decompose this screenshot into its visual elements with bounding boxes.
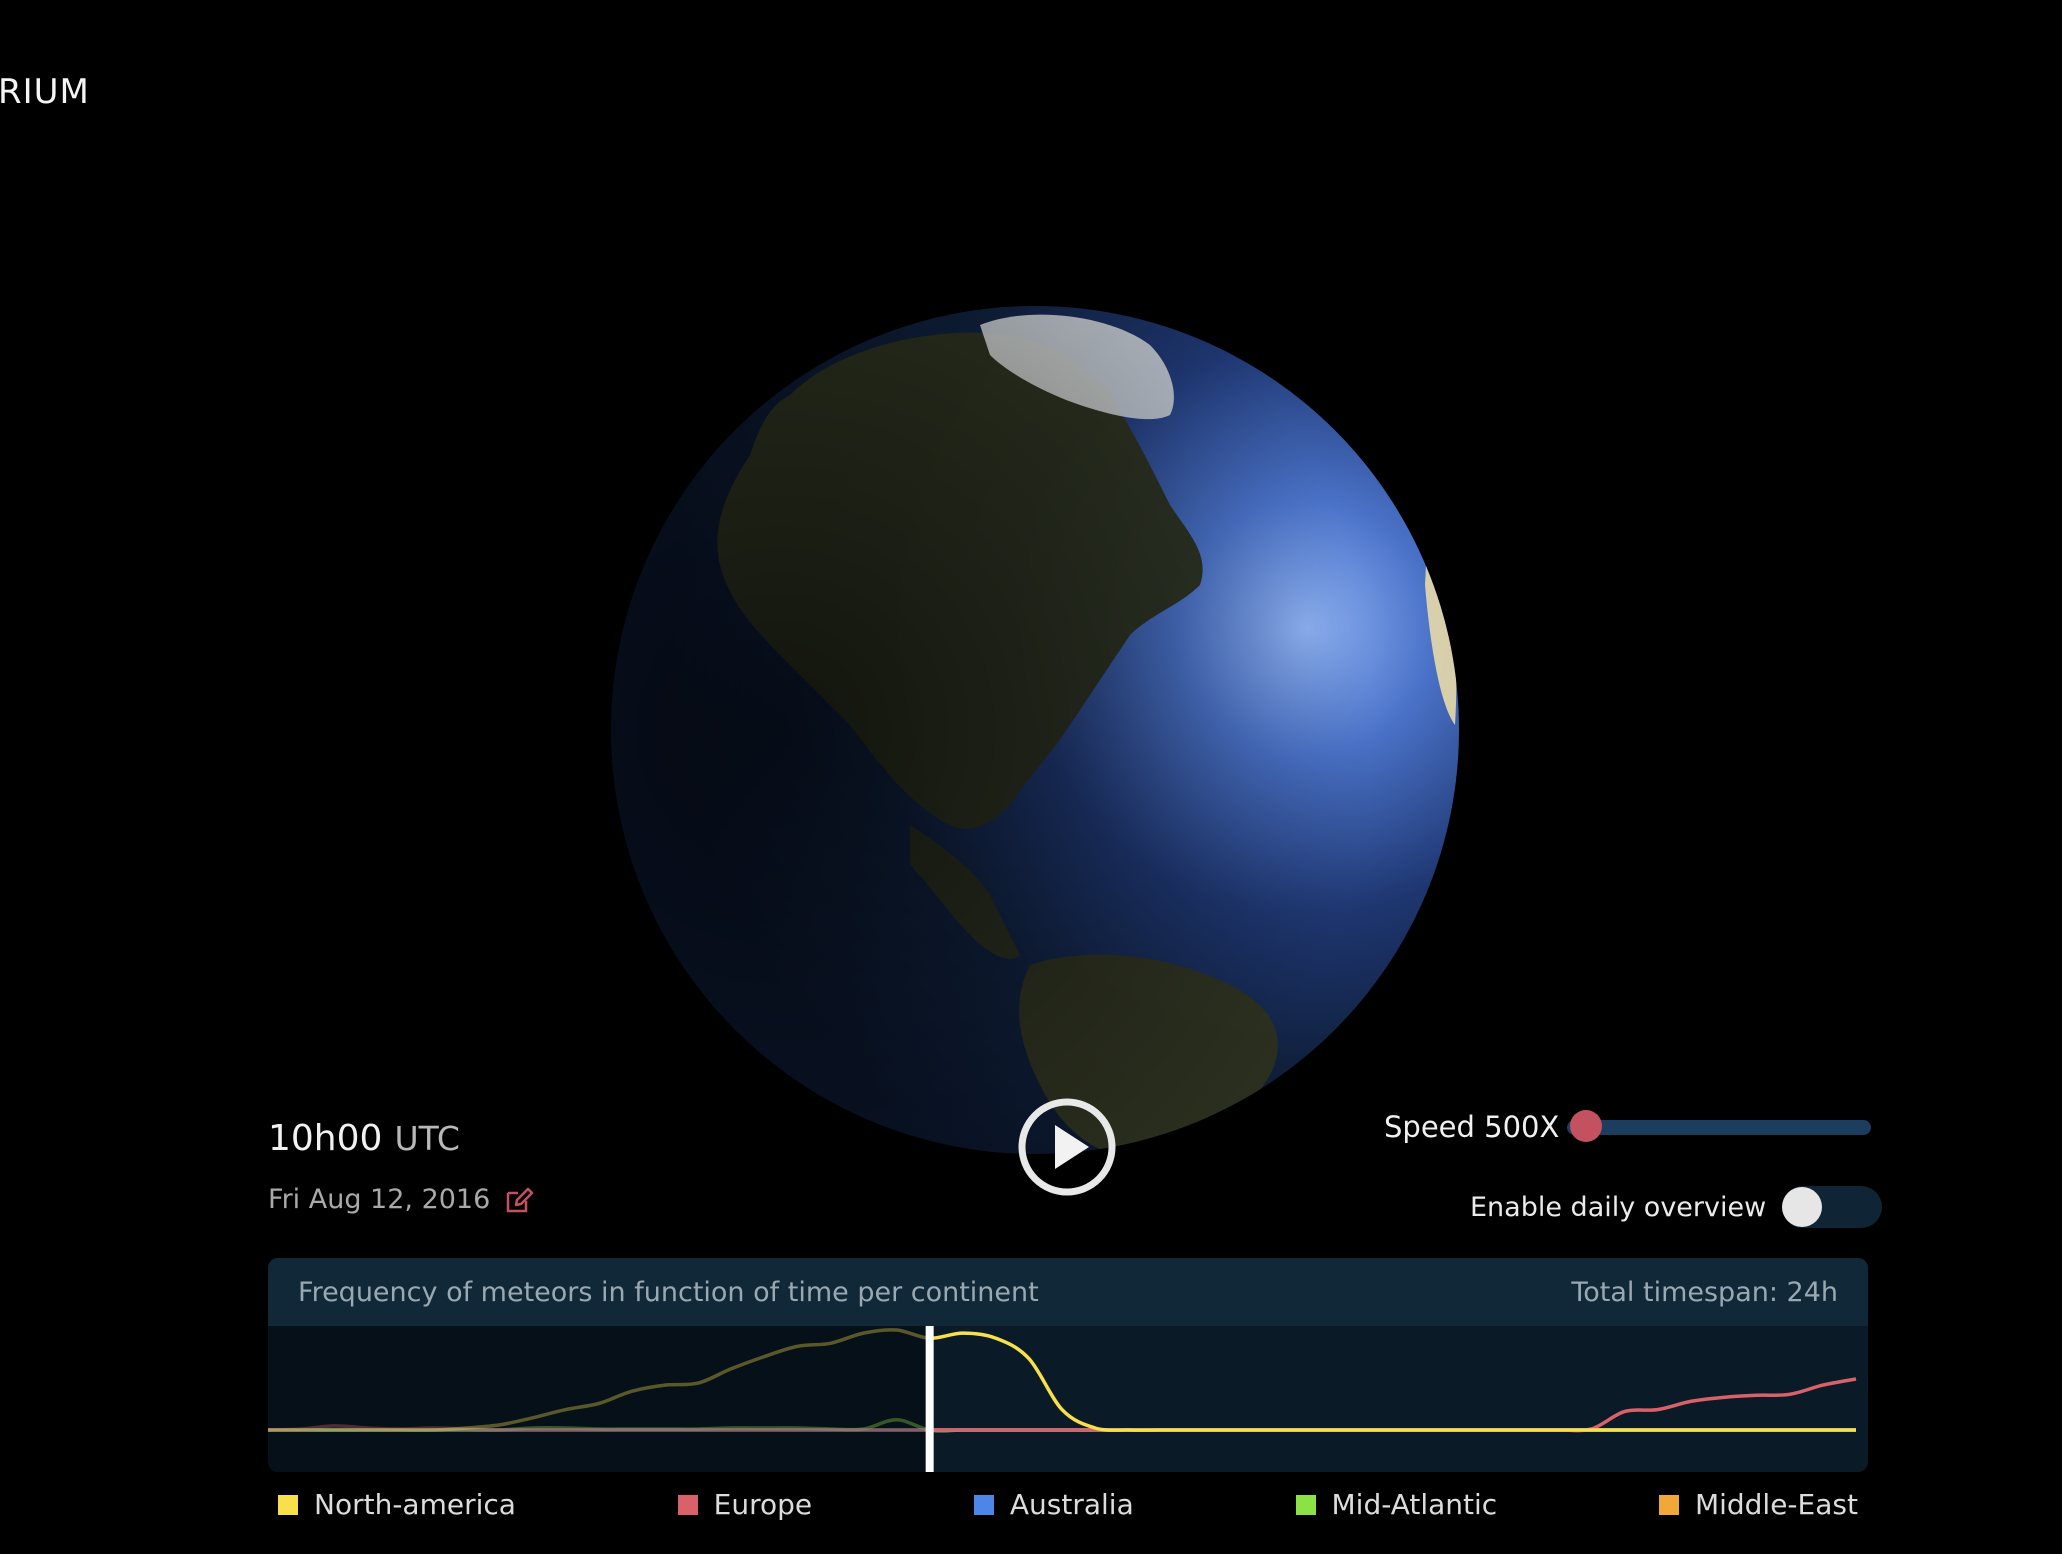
legend-swatch [677,1494,698,1515]
current-time-marker[interactable] [925,1326,934,1472]
chart-plot[interactable] [268,1326,1868,1472]
chart-legend: North-america Europe Australia Mid-Atlantic… [278,1488,1858,1521]
speed-slider-track[interactable] [1567,1120,1872,1135]
legend-swatch [1658,1494,1679,1515]
legend-label: North-america [314,1488,516,1521]
edit-icon[interactable] [504,1185,534,1215]
speed-label: Speed 500X [1384,1110,1560,1144]
play-button[interactable] [1017,1097,1117,1197]
legend-label: Europe [713,1488,813,1521]
daily-overview-label: Enable daily overview [1470,1191,1767,1223]
clock: 10h00 UTC [268,1118,460,1159]
legend-item-australia[interactable]: Australia [973,1488,1134,1521]
legend-item-middle-east[interactable]: Middle-East [1658,1488,1858,1521]
date-row: Fri Aug 12, 2016 [268,1184,534,1215]
clock-time: 10h00 [268,1118,383,1159]
legend-swatch [1295,1494,1316,1515]
legend-label: Middle-East [1694,1488,1858,1521]
chart-title: Frequency of meteors in function of time… [298,1276,1039,1308]
legend-item-europe[interactable]: Europe [677,1488,813,1521]
speed-slider[interactable] [1567,1110,1872,1142]
chart-timespan: Total timespan: 24h [1571,1276,1838,1308]
clock-timezone: UTC [394,1119,460,1158]
app-title: RIUM [0,72,90,112]
current-date: Fri Aug 12, 2016 [268,1184,491,1215]
play-icon [1055,1125,1089,1169]
speed-slider-thumb[interactable] [1569,1110,1602,1142]
daily-overview-toggle[interactable] [1782,1186,1883,1228]
speed-control: Speed 500X [1384,1110,1872,1144]
legend-item-mid-atlantic[interactable]: Mid-Atlantic [1295,1488,1498,1521]
legend-label: Mid-Atlantic [1331,1488,1498,1521]
meteor-frequency-chart: Frequency of meteors in function of time… [268,1258,1868,1472]
daily-overview-toggle-knob[interactable] [1782,1187,1823,1227]
elapsed-time-shade [268,1326,930,1472]
legend-item-north-america[interactable]: North-america [278,1488,516,1521]
earth-globe[interactable] [610,305,1460,1155]
chart-header: Frequency of meteors in function of time… [268,1258,1868,1326]
legend-swatch [973,1494,994,1515]
legend-label: Australia [1009,1488,1134,1521]
legend-swatch [278,1494,298,1515]
daily-overview-control: Enable daily overview [1470,1186,1883,1228]
